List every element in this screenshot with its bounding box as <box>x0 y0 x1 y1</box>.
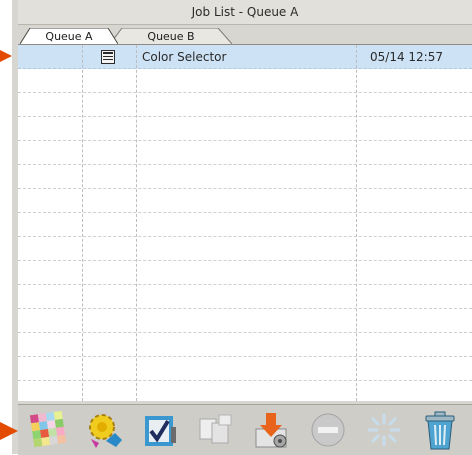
tab-label: Queue A <box>45 29 93 43</box>
check-job-button[interactable] <box>134 407 186 453</box>
column-divider <box>136 45 137 401</box>
copy-pages-button <box>190 407 242 453</box>
job-datetime: 05/14 12:57 <box>370 49 443 64</box>
copy-pages-icon <box>199 414 232 444</box>
stop-minus-icon <box>311 413 345 447</box>
tab-queue-a[interactable]: Queue A <box>20 28 118 44</box>
table-row <box>18 285 472 309</box>
queue-tabs: Queue B Queue A <box>18 24 472 44</box>
table-row <box>18 141 472 165</box>
table-row <box>18 381 472 405</box>
trash-can-icon <box>425 411 455 450</box>
table-row <box>18 189 472 213</box>
tab-label: Queue B <box>147 29 195 43</box>
job-name: Color Selector <box>142 49 227 64</box>
download-to-disk-icon <box>255 413 287 448</box>
download-to-disk-button[interactable] <box>246 407 298 453</box>
color-palette-icon <box>29 410 67 448</box>
table-row <box>18 69 472 93</box>
table-row <box>18 237 472 261</box>
job-list-table[interactable]: Color Selector 05/14 12:57 <box>18 44 472 405</box>
table-row <box>18 261 472 285</box>
table-row <box>18 357 472 381</box>
table-row <box>18 117 472 141</box>
job-form-icon <box>98 45 118 68</box>
pointer-arrow-icon <box>0 50 12 62</box>
busy-spinner-button <box>358 407 410 453</box>
stop-button <box>302 407 354 453</box>
toolbar <box>18 404 472 455</box>
table-row <box>18 333 472 357</box>
delete-button[interactable] <box>414 407 466 453</box>
check-document-icon <box>145 416 176 446</box>
tab-queue-b[interactable]: Queue B <box>110 28 232 44</box>
table-row <box>18 309 472 333</box>
busy-spinner-icon <box>367 413 401 447</box>
column-divider <box>82 45 83 401</box>
table-row <box>18 165 472 189</box>
color-palette-button[interactable] <box>22 407 74 453</box>
table-row <box>18 213 472 237</box>
column-divider <box>356 45 357 401</box>
pointer-arrow-icon <box>0 422 18 440</box>
settings-button[interactable] <box>78 407 130 453</box>
window-title: Job List - Queue A <box>18 0 472 25</box>
settings-gear-icon <box>89 414 122 448</box>
table-row <box>18 93 472 117</box>
